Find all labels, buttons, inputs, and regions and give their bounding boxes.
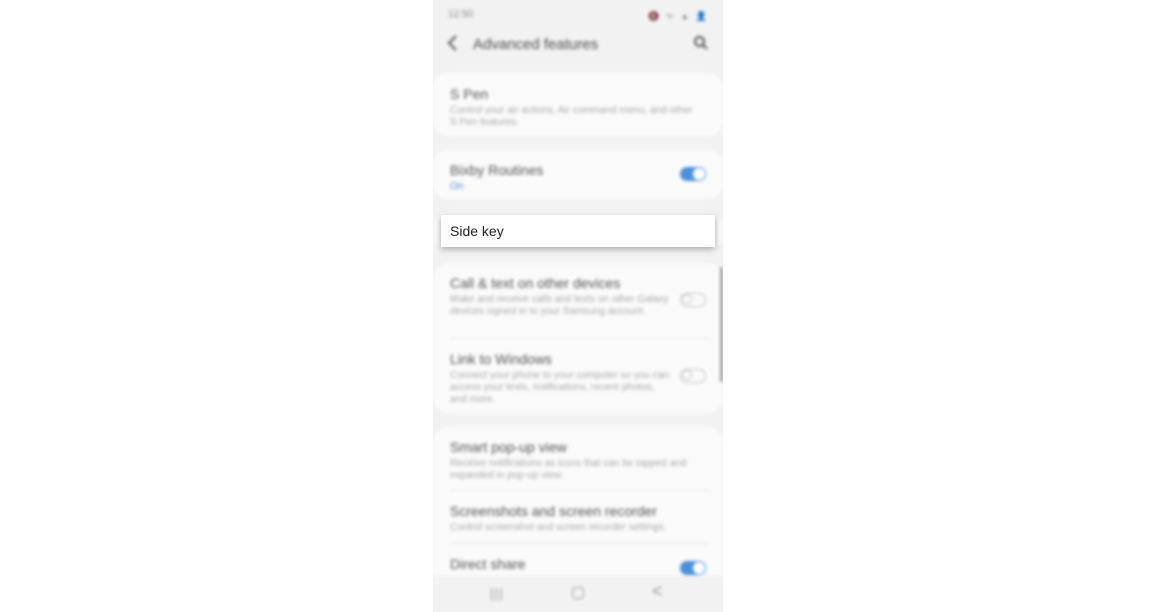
back-arrow-icon[interactable] xyxy=(447,34,459,57)
search-icon[interactable] xyxy=(693,35,709,56)
toggle-knob xyxy=(682,370,692,380)
bixby-routines-toggle[interactable] xyxy=(680,167,706,181)
recent-apps-icon[interactable]: ||| xyxy=(490,585,504,601)
side-key-title: Side key xyxy=(450,223,504,239)
blurred-settings-screen: 12:50 🔇 ᯤ ▲ 👤 Advanced features S Pen Co… xyxy=(433,0,723,612)
direct-share-title: Direct share xyxy=(450,556,526,572)
link-to-windows-title: Link to Windows xyxy=(450,351,552,367)
smart-popup-subtitle: Receive notifications as icons that can … xyxy=(450,458,687,481)
scrollbar[interactable] xyxy=(720,267,723,382)
link-to-windows-item[interactable]: Link to Windows Connect your phone to yo… xyxy=(450,350,670,406)
page-title: Advanced features xyxy=(473,36,599,53)
screenshots-title: Screenshots and screen recorder xyxy=(450,503,657,519)
bixby-routines-status: On xyxy=(450,181,464,192)
screenshots-item[interactable]: Screenshots and screen recorder Control … xyxy=(450,502,700,534)
direct-share-toggle[interactable] xyxy=(680,561,706,575)
bixby-routines-card[interactable]: Bixby Routines On xyxy=(433,149,723,199)
link-to-windows-toggle[interactable] xyxy=(680,369,706,383)
call-text-title: Call & text on other devices xyxy=(450,275,621,291)
link-to-windows-subtitle: Connect your phone to your computer so y… xyxy=(450,370,670,405)
screenshots-subtitle: Control screenshot and screen recorder s… xyxy=(450,522,667,533)
divider xyxy=(450,543,709,544)
call-text-subtitle: Make and receive calls and texts on othe… xyxy=(450,294,669,317)
bixby-routines-title: Bixby Routines xyxy=(450,162,544,178)
view-features-card: Smart pop-up view Receive notifications … xyxy=(433,427,723,587)
phone-screen: 12:50 🔇 ᯤ ▲ 👤 Advanced features S Pen Co… xyxy=(433,0,723,612)
divider xyxy=(450,338,709,339)
s-pen-title: S Pen xyxy=(450,86,489,102)
status-icons: 🔇 ᯤ ▲ 👤 xyxy=(647,11,709,21)
toggle-knob xyxy=(693,168,705,180)
smart-popup-title: Smart pop-up view xyxy=(450,439,567,455)
side-key-item[interactable]: Side key xyxy=(441,215,715,247)
call-text-toggle[interactable] xyxy=(680,293,706,307)
smart-popup-item[interactable]: Smart pop-up view Receive notifications … xyxy=(450,438,700,482)
navigation-bar: ||| < xyxy=(433,576,723,612)
s-pen-card[interactable]: S Pen Control your air actions, Air comm… xyxy=(433,73,723,136)
s-pen-subtitle: Control your air actions, Air command me… xyxy=(450,105,693,128)
divider xyxy=(450,490,709,491)
toggle-knob xyxy=(693,562,705,574)
toggle-knob xyxy=(682,294,692,304)
status-time: 12:50 xyxy=(448,9,474,20)
connected-devices-card: Call & text on other devices Make and re… xyxy=(433,263,723,413)
home-icon[interactable] xyxy=(572,587,584,599)
nav-back-icon[interactable]: < xyxy=(652,581,663,602)
call-text-item[interactable]: Call & text on other devices Make and re… xyxy=(450,274,670,318)
